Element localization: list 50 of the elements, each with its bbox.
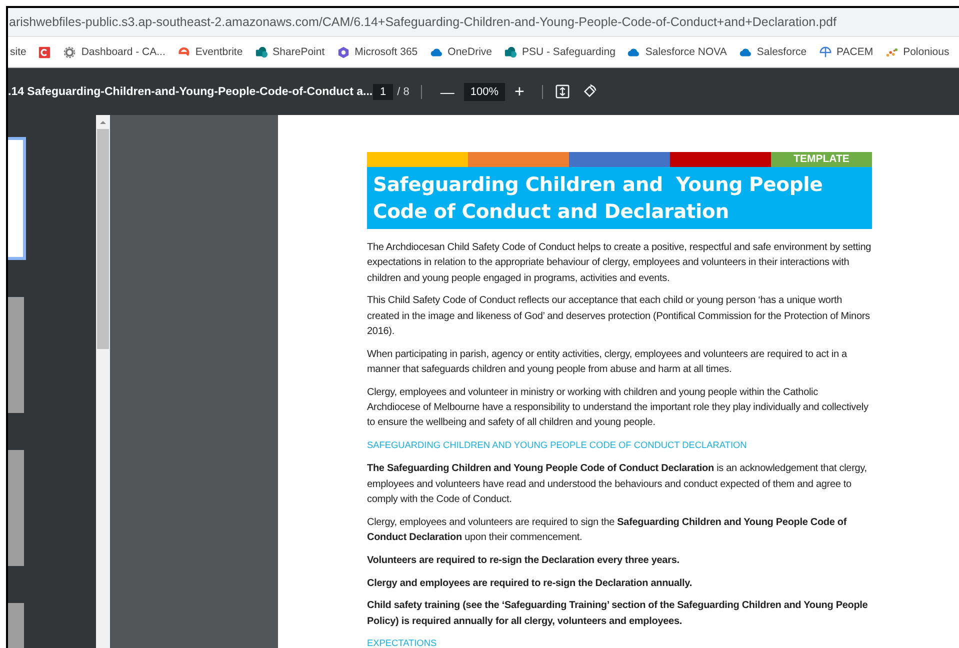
zoom-out-button[interactable]: — xyxy=(434,84,460,100)
dots-icon[interactable] xyxy=(885,46,898,58)
body-paragraph: The Archdiocesan Child Safety Code of Conduct helps to create a positive, respectful and safe environment by setting expectations in relation to the appropriate behaviour of clergy, employees and volunteers in their interactions with children and young people engaged in programs, activities and events. xyxy=(367,241,872,286)
cloud-icon[interactable] xyxy=(738,46,752,58)
zoom-in-button[interactable]: + xyxy=(508,82,530,102)
cloud-icon[interactable] xyxy=(627,46,640,58)
page-thumbnail[interactable] xyxy=(8,137,26,260)
hexagon-icon[interactable] xyxy=(336,46,350,58)
page-number-field[interactable]: 1 xyxy=(373,84,394,100)
page-thumbnail[interactable] xyxy=(8,297,24,413)
bookmark-link[interactable]: Dashboard - CA... xyxy=(63,46,166,58)
body-paragraph: Clergy, employees and volunteer in ministry or working with children and young people within the Catholic Archdiocese of Melbourne have a responsibility to understand the important role they play individually and collectively to ensure the wellbeing and safety of all children and young people. xyxy=(367,386,870,430)
rotate-icon[interactable] xyxy=(582,84,598,99)
app-icon[interactable] xyxy=(38,46,52,58)
cloud-icon[interactable] xyxy=(430,46,443,58)
body-paragraph: Clergy, employees and volunteers are required to sign the Safeguarding Children and Young People Code of Conduct Declaration upon their commencement. xyxy=(367,516,848,545)
scroll-up-icon[interactable] xyxy=(99,120,107,125)
umbrella-icon[interactable] xyxy=(818,46,832,58)
bookmark-link[interactable]: OneDrive xyxy=(430,46,492,58)
e-logo-icon[interactable] xyxy=(177,46,190,58)
document-heading: Safeguarding Children and Young People xyxy=(373,172,824,198)
bookmark-link[interactable]: Polonious xyxy=(885,46,950,58)
bookmark-link[interactable]: Salesforce xyxy=(738,46,807,58)
body-paragraph: The Safeguarding Children and Young People Code of Conduct Declaration is an acknowledgement that clergy, employees and volunteers have read and understood the behaviours and conduct expected of them and agree to comply with the Code of Conduct. xyxy=(367,462,868,507)
document-title: .14 Safeguarding-Children-and-Young-People-Code-of-Conduct a... xyxy=(8,86,373,98)
gear-icon[interactable] xyxy=(63,46,76,58)
body-paragraph: Volunteers are required to re-sign the Declaration every three years. xyxy=(367,554,680,568)
bookmark-link[interactable]: SharePoint xyxy=(254,46,325,58)
bookmark-link[interactable]: site xyxy=(10,46,26,58)
document-heading: Code of Conduct and Declaration xyxy=(373,199,730,225)
fit-page-icon[interactable] xyxy=(555,84,570,99)
template-tag: TEMPLATE xyxy=(771,152,872,167)
page-count: / 8 xyxy=(397,86,410,98)
bookmark-link[interactable]: PSU - Safeguarding xyxy=(504,46,616,58)
circles-icon[interactable] xyxy=(254,46,268,58)
zoom-field[interactable]: 100% xyxy=(464,82,504,100)
scrollbar-thumb[interactable] xyxy=(97,129,109,349)
circles-icon[interactable] xyxy=(504,46,518,58)
body-paragraph: Clergy and employees are required to re-sign the Declaration annually. xyxy=(367,576,693,591)
bookmark-link[interactable]: Microsoft 365 xyxy=(336,46,418,58)
section-heading: EXPECTATIONS xyxy=(367,637,438,648)
body-paragraph: When participating in parish, agency or entity activities, clergy, employees and volunteers are required to act in a manner that safeguards children and young people from abuse and harm at all times. xyxy=(367,348,848,378)
page-thumbnail[interactable] xyxy=(8,450,24,566)
body-paragraph: Child safety training (see the ‘Safeguarding Training’ section of the Safeguarding Children and Young People Policy) is required annually for all clergy, volunteers and employees. xyxy=(367,599,869,629)
bookmark-link[interactable]: PACEM xyxy=(818,46,874,58)
body-paragraph: This Child Safety Code of Conduct reflects our acceptance that each child or young person ‘has a unique worth created in the image and likeness of God’ and deserves protection (Pontifical Commission for the Protection of Minors 2016). xyxy=(367,294,871,339)
section-heading: SAFEGUARDING CHILDREN AND YOUNG PEOPLE CODE OF CONDUCT DECLARATION xyxy=(367,439,748,452)
scrollbar[interactable] xyxy=(96,115,110,648)
bookmark-link[interactable]: Salesforce NOVA xyxy=(627,46,727,58)
bookmark-link[interactable]: Eventbrite xyxy=(177,46,243,58)
